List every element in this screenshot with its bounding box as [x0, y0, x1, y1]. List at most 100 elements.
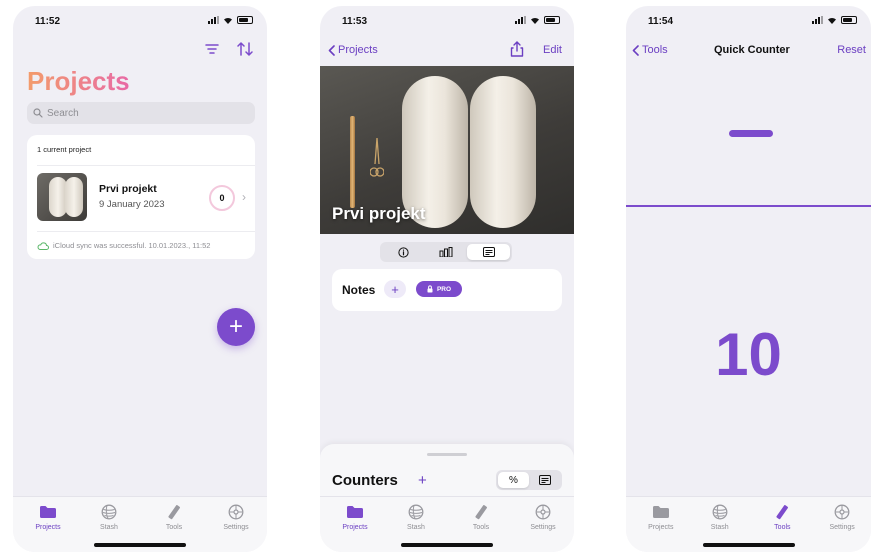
- list-view-button[interactable]: [529, 472, 560, 488]
- counter-view-toggle: %: [496, 470, 562, 490]
- signal-icon: [515, 16, 526, 24]
- reset-button[interactable]: Reset: [837, 44, 866, 56]
- bar-chart-icon: [439, 247, 453, 257]
- sheet-grabber[interactable]: [427, 453, 467, 456]
- yarn-ball-icon: [406, 503, 426, 521]
- tab-label: Projects: [35, 524, 61, 531]
- add-project-button[interactable]: +: [217, 308, 255, 346]
- status-bar: 11:52: [13, 15, 267, 29]
- tab-stash[interactable]: Stash: [79, 503, 139, 531]
- percent-view-button[interactable]: %: [498, 472, 529, 488]
- home-indicator: [702, 543, 795, 547]
- search-field[interactable]: Search: [27, 102, 255, 124]
- tab-settings[interactable]: Settings: [206, 503, 266, 531]
- folder-icon: [38, 503, 58, 521]
- projects-screen: 11:52 Projects Search 1 current project: [13, 6, 267, 552]
- project-photo: Prvi projekt: [320, 66, 574, 234]
- tab-info[interactable]: [382, 244, 425, 260]
- status-time: 11:53: [342, 16, 368, 27]
- sync-status: iCloud sync was successful. 10.01.2023.,…: [37, 241, 210, 250]
- tab-tools[interactable]: Tools: [752, 503, 812, 531]
- share-icon[interactable]: [510, 41, 524, 60]
- tab-label: Stash: [407, 524, 425, 531]
- status-time: 11:54: [648, 16, 674, 27]
- back-button[interactable]: Tools: [632, 44, 668, 56]
- filter-icon[interactable]: [205, 42, 219, 61]
- sync-text: iCloud sync was successful. 10.01.2023.,…: [53, 241, 211, 250]
- tab-projects[interactable]: Projects: [325, 503, 385, 531]
- page-title: Projects: [27, 66, 130, 96]
- status-bar: 11:54: [626, 15, 871, 29]
- ruler-icon: [471, 503, 491, 521]
- tab-stash[interactable]: Stash: [386, 503, 446, 531]
- project-title: Prvi projekt: [332, 204, 426, 223]
- tab-label: Settings: [829, 524, 855, 531]
- yarn-ball-icon: [99, 503, 119, 521]
- tab-label: Tools: [774, 524, 791, 531]
- detail-segmented-control: [380, 242, 512, 262]
- chevron-left-icon: [632, 44, 639, 56]
- tab-label: Tools: [472, 524, 490, 531]
- add-note-button[interactable]: +: [384, 280, 406, 298]
- section-header: 1 current project: [37, 145, 92, 154]
- counter-value[interactable]: 10: [626, 320, 871, 389]
- lock-icon: [427, 285, 433, 293]
- gear-icon: [226, 503, 246, 521]
- info-icon: [398, 246, 409, 258]
- edit-button[interactable]: Edit: [543, 44, 562, 56]
- search-input[interactable]: Search: [47, 108, 79, 119]
- tab-stash[interactable]: Stash: [690, 503, 750, 531]
- status-time: 11:52: [35, 16, 61, 27]
- signal-icon: [208, 16, 219, 24]
- chevron-right-icon: ›: [242, 190, 246, 204]
- decrement-button[interactable]: [729, 130, 773, 137]
- counter-divider: [626, 205, 871, 207]
- notes-label: Notes: [342, 283, 376, 297]
- tab-tools[interactable]: Tools: [451, 503, 511, 531]
- projects-card: 1 current project Prvi projekt 9 January…: [27, 135, 255, 259]
- project-name: Prvi projekt: [99, 183, 157, 195]
- ruler-icon: [164, 503, 184, 521]
- ruler-icon: [772, 503, 792, 521]
- sort-icon[interactable]: [237, 42, 253, 61]
- tab-projects[interactable]: Projects: [18, 503, 78, 531]
- notes-icon: [538, 475, 551, 485]
- progress-count: 0: [219, 193, 225, 203]
- project-date: 9 January 2023: [99, 199, 165, 210]
- nav-bar: Projects Edit: [320, 41, 574, 62]
- pro-badge[interactable]: PRO: [416, 281, 462, 297]
- home-indicator: [94, 543, 186, 547]
- battery-icon: [841, 16, 857, 24]
- nav-bar: Tools Quick Counter Reset: [626, 44, 871, 64]
- counters-label: Counters: [332, 472, 398, 489]
- tab-label: Tools: [165, 524, 183, 531]
- tab-tools[interactable]: Tools: [144, 503, 204, 531]
- tab-settings[interactable]: Settings: [812, 503, 871, 531]
- battery-icon: [237, 16, 253, 24]
- project-thumbnail: [37, 173, 87, 221]
- signal-icon: [812, 16, 823, 24]
- wifi-icon: [827, 16, 837, 24]
- gear-icon: [832, 503, 852, 521]
- tab-label: Projects: [648, 524, 674, 531]
- project-detail-screen: 11:53 Projects Edit Prvi projekt Notes +…: [320, 6, 574, 552]
- tab-notes[interactable]: [467, 244, 511, 260]
- back-button[interactable]: Projects: [328, 44, 378, 56]
- add-counter-button[interactable]: +: [418, 472, 427, 489]
- folder-icon: [345, 503, 365, 521]
- cloud-icon: [37, 241, 49, 250]
- quick-counter-screen: 11:54 Tools Quick Counter Reset 10 Proje…: [626, 6, 871, 552]
- notes-card: Notes + PRO: [332, 269, 562, 311]
- tab-label: Projects: [342, 524, 368, 531]
- search-icon: [33, 108, 43, 118]
- tab-projects[interactable]: Projects: [631, 503, 691, 531]
- gear-icon: [533, 503, 553, 521]
- wifi-icon: [530, 16, 540, 24]
- chevron-left-icon: [328, 44, 335, 56]
- tab-label: Settings: [530, 524, 556, 531]
- battery-icon: [544, 16, 560, 24]
- tab-settings[interactable]: Settings: [513, 503, 573, 531]
- notes-icon: [482, 247, 495, 257]
- tab-stats[interactable]: [425, 244, 468, 260]
- tab-label: Settings: [223, 524, 249, 531]
